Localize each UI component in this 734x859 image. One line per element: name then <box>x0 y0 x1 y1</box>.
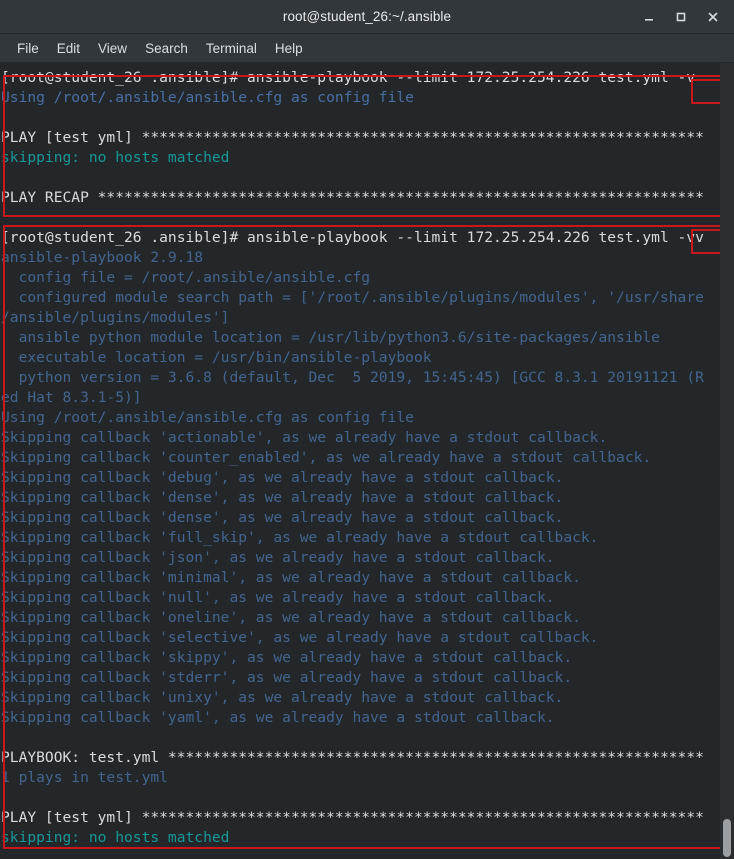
terminal-line: python version = 3.6.8 (default, Dec 5 2… <box>1 369 704 386</box>
terminal-line: Skipping callback 'skippy', as we alread… <box>1 649 573 666</box>
menu-item-terminal[interactable]: Terminal <box>197 39 266 58</box>
terminal-line: Using /root/.ansible/ansible.cfg as conf… <box>1 409 414 426</box>
terminal-line: Skipping callback 'dense', as we already… <box>1 489 564 506</box>
terminal-line: Skipping callback 'dense', as we already… <box>1 509 564 526</box>
terminal-line: PLAY RECAP *****************************… <box>1 189 704 206</box>
close-button[interactable] <box>698 2 728 32</box>
terminal-line: Skipping callback 'selective', as we alr… <box>1 629 599 646</box>
terminal-line: Skipping callback 'json', as we already … <box>1 549 555 566</box>
terminal-line: Skipping callback 'oneline', as we alrea… <box>1 609 581 626</box>
terminal-line: 1 plays in test.yml <box>1 769 168 786</box>
menu-item-edit[interactable]: Edit <box>48 39 89 58</box>
terminal-line: PLAYBOOK: test.yml *********************… <box>1 749 704 766</box>
terminal-window: root@student_26:~/.ansible File Edit Vie… <box>0 0 734 859</box>
terminal-line: Skipping callback 'debug', as we already… <box>1 469 564 486</box>
terminal-line: executable location = /usr/bin/ansible-p… <box>1 349 432 366</box>
terminal-line: Skipping callback 'null', as we already … <box>1 589 555 606</box>
menu-item-help[interactable]: Help <box>266 39 312 58</box>
menu-item-search[interactable]: Search <box>136 39 197 58</box>
terminal-line: /ansible/plugins/modules'] <box>1 309 230 326</box>
minimize-button[interactable] <box>634 2 664 32</box>
terminal-line: PLAY [test yml] ************************… <box>1 129 704 146</box>
terminal-line: configured module search path = ['/root/… <box>1 289 704 306</box>
window-title: root@student_26:~/.ansible <box>282 9 452 24</box>
terminal-line: Skipping callback 'minimal', as we alrea… <box>1 569 581 586</box>
title-bar: root@student_26:~/.ansible <box>0 0 734 34</box>
terminal-line: Skipping callback 'unixy', as we already… <box>1 689 564 706</box>
maximize-button[interactable] <box>666 2 696 32</box>
terminal-line: ed Hat 8.3.1-5)] <box>1 389 142 406</box>
terminal-line: skipping: no hosts matched <box>1 829 230 846</box>
menu-item-file[interactable]: File <box>8 39 48 58</box>
terminal-line: Skipping callback 'stderr', as we alread… <box>1 669 573 686</box>
terminal-line: ansible-playbook 2.9.18 <box>1 249 204 266</box>
terminal-line: Skipping callback 'actionable', as we al… <box>1 429 608 446</box>
terminal-line: skipping: no hosts matched <box>1 149 230 166</box>
terminal-line: PLAY [test yml] ************************… <box>1 809 704 826</box>
terminal-line: Skipping callback 'yaml', as we already … <box>1 709 555 726</box>
terminal-line: Skipping callback 'counter_enabled', as … <box>1 449 652 466</box>
terminal-line: config file = /root/.ansible/ansible.cfg <box>1 269 371 286</box>
terminal-output: [root@student_26 .ansible]# ansible-play… <box>0 63 721 859</box>
terminal-line: Skipping callback 'full_skip', as we alr… <box>1 529 599 546</box>
terminal-line: ansible python module location = /usr/li… <box>1 329 660 346</box>
terminal-line: [root@student_26 .ansible]# ansible-play… <box>1 229 704 246</box>
terminal-line: [root@student_26 .ansible]# ansible-play… <box>1 69 696 86</box>
terminal-viewport[interactable]: [root@student_26 .ansible]# ansible-play… <box>0 63 734 859</box>
scrollbar-thumb[interactable] <box>723 819 731 857</box>
window-controls <box>634 0 728 33</box>
terminal-line: Using /root/.ansible/ansible.cfg as conf… <box>1 89 414 106</box>
menu-bar: File Edit View Search Terminal Help <box>0 34 734 63</box>
menu-item-view[interactable]: View <box>89 39 136 58</box>
terminal-scrollbar[interactable] <box>720 63 734 859</box>
